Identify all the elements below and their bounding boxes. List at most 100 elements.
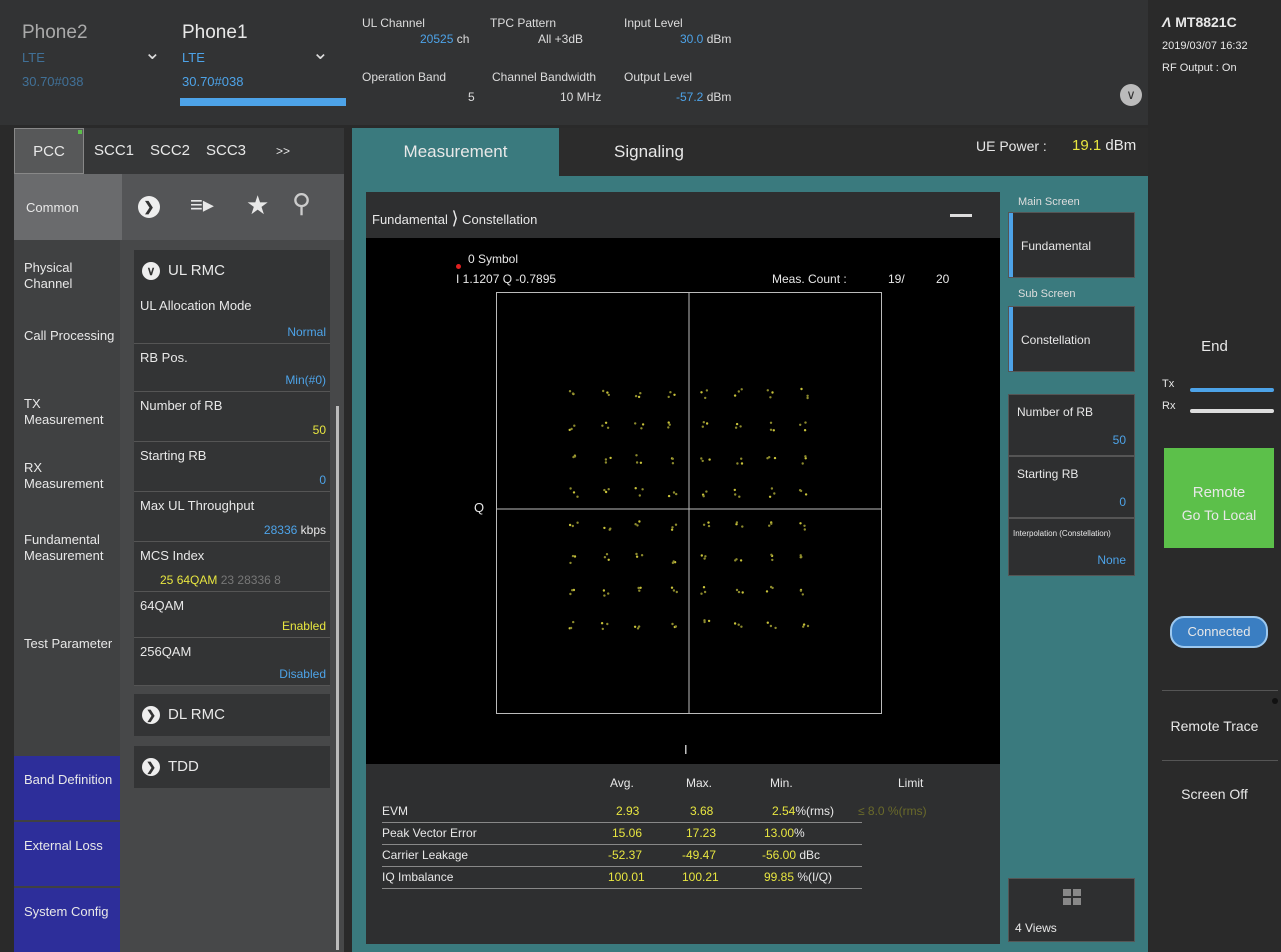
i-axis-label: I [684,742,688,757]
nav-call-processing[interactable]: Call Processing [14,328,120,344]
constellation-point [806,394,809,397]
main-screen-fundamental-button[interactable]: Fundamental [1008,212,1135,278]
nav-fundamental-measurement[interactable]: Fundamental Measurement [14,532,120,564]
param-64qam[interactable]: 64QAM Enabled [134,592,330,638]
constellation-point [803,528,806,531]
param-max-ul-throughput[interactable]: Max UL Throughput 28336 kbps [134,492,330,542]
constellation-point [601,424,604,427]
row-avg: 15.06 [612,826,643,840]
phone1-selector[interactable]: Phone1 LTE 30.70#038 ⌄ [170,0,346,125]
phone1-chevron-down-icon[interactable]: ⌄ [312,40,329,65]
ul-rmc-section-header[interactable]: ∨ UL RMC [134,250,330,292]
constellation-point [569,592,572,596]
tab-measurement[interactable]: Measurement [352,128,559,176]
breadcrumb-fundamental[interactable]: Fundamental [372,212,448,227]
breadcrumb: Fundamental ⟩ Constellation [366,192,1000,238]
nav-physical-channel[interactable]: Physical Channel [14,260,120,292]
constellation-point [568,523,572,527]
nav-system-config[interactable]: System Config [14,888,120,952]
number-of-rb-button[interactable]: Number of RB 50 [1008,394,1135,456]
constellation-point [771,558,774,562]
param-rb-pos[interactable]: RB Pos. Min(#0) [134,344,330,392]
operation-band-value: 5 [468,90,475,104]
output-level-value-group: -57.2 dBm [676,90,731,104]
constellation-point [603,526,606,530]
tab-more[interactable]: >> [258,128,308,174]
param-ul-allocation-mode[interactable]: UL Allocation Mode Normal [134,292,330,344]
constellation-point [607,558,610,561]
constellation-point [639,461,643,464]
minimize-icon[interactable] [950,214,972,217]
constellation-point [605,553,609,556]
constellation-point [734,426,738,429]
nav-external-loss[interactable]: External Loss [14,822,120,886]
header-max: Max. [686,776,713,790]
phone2-chevron-down-icon[interactable]: ⌄ [144,40,161,65]
row-limit: ≤ 8.0 %(rms) [858,804,927,818]
param-number-of-rb[interactable]: Number of RB 50 [134,392,330,442]
param-256qam[interactable]: 256QAM Disabled [134,638,330,686]
header-avg: Avg. [610,776,634,790]
tpc-pattern-label: TPC Pattern [490,16,557,30]
constellation-point [634,394,638,398]
constellation-point [806,396,809,400]
symbol-marker-icon [456,264,461,269]
constellation-point [603,556,607,559]
next-icon[interactable]: ❯ [138,196,160,218]
constellation-point [707,619,711,623]
search-icon[interactable]: ⚲ [292,188,311,219]
common-toolbar: Common ❯ ≡▸ ★ ⚲ [14,174,344,240]
list-play-icon[interactable]: ≡▸ [190,192,214,218]
tab-scc1[interactable]: SCC1 [86,128,142,174]
constellation-point [734,559,737,562]
constellation-point [607,393,610,397]
nav-rx-measurement[interactable]: RX Measurement [14,460,120,492]
nav-test-parameter[interactable]: Test Parameter [14,636,120,652]
tdd-section-header[interactable]: ❯ TDD [134,746,330,788]
constellation-point [571,392,575,395]
tab-signaling[interactable]: Signaling [559,128,739,176]
favorite-star-icon[interactable]: ★ [246,190,269,221]
tab-pcc[interactable]: PCC [14,128,84,174]
remote-go-to-local-button[interactable]: Remote Go To Local [1164,448,1274,548]
constellation-grid [496,292,882,714]
ul-rmc-title: UL RMC [168,262,225,279]
breadcrumb-path: Fundamental ⟩ Constellation [372,208,537,229]
param-starting-rb[interactable]: Starting RB 0 [134,442,330,492]
phone2-selector[interactable]: Phone2 LTE 30.70#038 ⌄ [14,0,164,125]
output-level-label: Output Level [624,70,693,84]
constellation-point [705,490,708,493]
row-name: EVM [382,804,409,818]
expand-chevron-icon[interactable]: ∨ [1120,84,1142,106]
starting-rb-button[interactable]: Starting RB 0 [1008,456,1135,518]
meas-count-label: Meas. Count : [772,272,847,286]
dl-rmc-section-header[interactable]: ❯ DL RMC [134,694,330,736]
constellation-point [637,586,640,590]
four-views-button[interactable]: 4 Views [1008,878,1135,942]
tab-scc3[interactable]: SCC3 [198,128,254,174]
nav-band-definition[interactable]: Band Definition [14,756,120,820]
input-level-value-group: 30.0 dBm [680,32,731,46]
ul-channel-label: UL Channel [362,16,425,30]
meas-count-value: 19/ [888,272,905,286]
channel-bandwidth-value: 10 MHz [560,90,602,104]
constellation-point [774,626,777,630]
rx-indicator-bar [1190,409,1274,413]
constellation-point [769,428,773,431]
sub-screen-constellation-button[interactable]: Constellation [1008,306,1135,372]
nav-tx-measurement[interactable]: TX Measurement [14,396,120,428]
param-label: 64QAM [140,598,185,613]
screen-off-button[interactable]: Screen Off [1148,786,1281,802]
input-level-label: Input Level [624,16,683,30]
constellation-point [766,621,769,624]
param-scrollbar[interactable] [336,406,339,950]
interpolation-button[interactable]: Interpolation (Constellation) None [1008,518,1135,576]
constellation-point [667,395,670,399]
remote-trace-button[interactable]: Remote Trace [1148,718,1281,734]
param-mcs-index[interactable]: MCS Index 25 64QAM 23 28336 8 [134,542,330,592]
row-max: 17.23 [686,826,717,840]
constellation-point [701,459,704,463]
constellation-point [672,560,675,563]
tab-scc2[interactable]: SCC2 [142,128,198,174]
call-status-end: End [1201,338,1228,355]
